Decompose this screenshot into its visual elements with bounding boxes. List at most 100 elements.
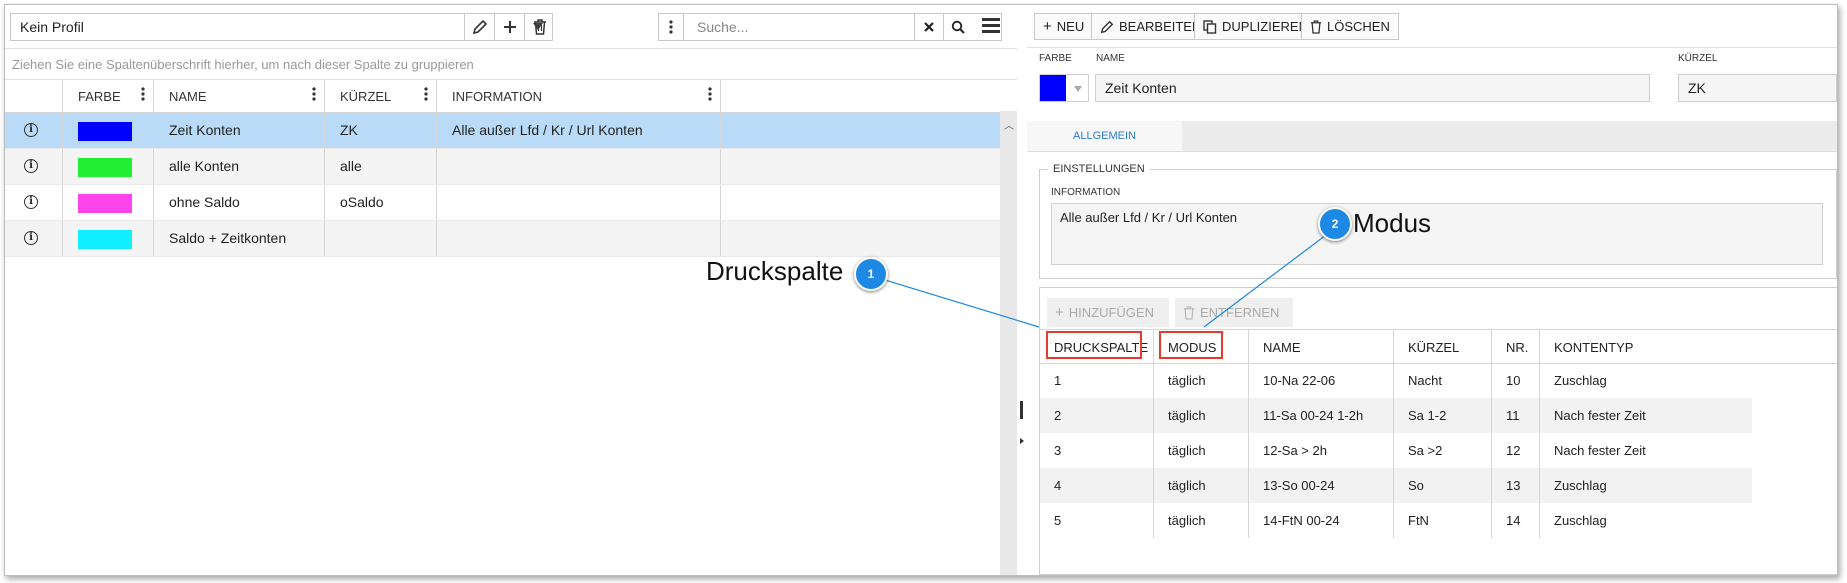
add-profile-button[interactable] — [494, 14, 525, 40]
table-cell — [325, 221, 437, 256]
table-row[interactable]: i Saldo + Zeitkonten — [5, 221, 1000, 257]
info-icon[interactable]: i — [24, 195, 38, 209]
profile-select[interactable]: Kein Profil — [10, 13, 553, 41]
row-name: alle Konten — [169, 158, 240, 174]
header-name[interactable]: NAME — [154, 79, 325, 112]
header-kontentyp[interactable]: KONTENTYP — [1540, 330, 1752, 363]
cell-value: 10-Na 22-06 — [1263, 373, 1336, 388]
table-cell: 10 — [1492, 363, 1540, 398]
splitter-handle-icon[interactable] — [1020, 401, 1023, 419]
clear-search-icon[interactable] — [914, 14, 943, 40]
search-box[interactable]: Suche... — [658, 13, 1002, 41]
delete-button[interactable]: LÖSCHEN — [1301, 13, 1399, 40]
tab-allgemein[interactable]: ALLGEMEIN — [1027, 121, 1182, 151]
header-name[interactable]: NAME — [1249, 330, 1394, 363]
table-cell: Nacht — [1394, 363, 1492, 398]
header-kuerzel[interactable]: KÜRZEL — [1394, 330, 1492, 363]
cell-value: täglich — [1168, 513, 1206, 528]
row-name: Zeit Konten — [169, 122, 241, 138]
cell-value: Sa >2 — [1408, 443, 1443, 458]
table-cell: täglich — [1154, 433, 1249, 468]
remove-row-button[interactable]: ENTFERNEN — [1175, 298, 1293, 327]
trash-icon — [1310, 19, 1322, 34]
table-cell: Saldo + Zeitkonten — [154, 221, 325, 256]
table-row[interactable]: 3 täglich 12-Sa > 2h Sa >2 12 Nach feste… — [1040, 433, 1752, 468]
search-icon[interactable] — [943, 14, 972, 40]
info-icon[interactable]: i — [24, 159, 38, 173]
cell-value: So — [1408, 478, 1424, 493]
add-row-button[interactable]: + HINZUFÜGEN — [1047, 298, 1169, 327]
cell-value: 12-Sa > 2h — [1263, 443, 1327, 458]
table-cell: Alle außer Lfd / Kr / Url Konten — [437, 113, 721, 148]
name-label: NAME — [1096, 53, 1125, 64]
edit-profile-button[interactable] — [464, 14, 495, 40]
new-button[interactable]: + NEU — [1034, 13, 1094, 40]
header-information[interactable]: INFORMATION — [437, 79, 721, 112]
table-row[interactable]: 1 täglich 10-Na 22-06 Nacht 10 Zuschlag — [1040, 363, 1752, 398]
delete-profile-button[interactable] — [524, 14, 555, 40]
header-nr[interactable]: NR. — [1492, 330, 1540, 363]
color-swatch — [78, 230, 132, 249]
table-cell: 2 — [1040, 398, 1154, 433]
cell-value: 4 — [1054, 478, 1062, 493]
cell-value: Nach fester Zeit — [1554, 408, 1646, 423]
highlight-modus — [1159, 331, 1223, 359]
profile-select-value: Kein Profil — [20, 19, 84, 35]
cell-value: 10 — [1506, 373, 1521, 388]
grid-scrollbar[interactable]: ︿ — [1000, 111, 1017, 575]
pencil-icon — [472, 19, 488, 35]
pane-splitter[interactable] — [1017, 5, 1027, 575]
table-row[interactable]: 4 täglich 13-So 00-24 So 13 Zuschlag — [1040, 468, 1752, 503]
table-cell: Zuschlag — [1540, 503, 1752, 538]
table-cell: oSaldo — [325, 185, 437, 220]
short-field[interactable]: ZK — [1678, 74, 1837, 102]
detail-tabs: ALLGEMEIN — [1027, 121, 1837, 152]
edit-button[interactable]: BEARBEITEN — [1091, 13, 1211, 40]
table-cell: ZK — [325, 113, 437, 148]
header-farbe[interactable]: FARBE — [63, 79, 154, 112]
column-menu-icon[interactable] — [141, 87, 145, 101]
detail-toolbar: + NEU BEARBEITEN DUPLIZIEREN LÖSCHEN — [1027, 5, 1837, 48]
information-textarea[interactable]: Alle außer Lfd / Kr / Url Konten — [1051, 203, 1823, 265]
duplicate-button[interactable]: DUPLIZIEREN — [1194, 13, 1317, 40]
highlight-druckspalte — [1046, 331, 1142, 359]
column-menu-icon[interactable] — [312, 87, 316, 101]
table-row[interactable]: 5 täglich 14-FtN 00-24 FtN 14 Zuschlag — [1040, 503, 1752, 538]
cell-value: 11-Sa 00-24 1-2h — [1263, 408, 1364, 423]
table-row[interactable]: i Zeit Konten ZK Alle außer Lfd / Kr / U… — [5, 113, 1000, 149]
column-menu-icon[interactable] — [424, 87, 428, 101]
name-field[interactable]: Zeit Konten — [1095, 74, 1650, 102]
table-cell — [437, 221, 721, 256]
color-picker[interactable] — [1039, 74, 1089, 102]
callout-badge-1: 1 — [854, 257, 888, 291]
table-row[interactable]: i alle Konten alle — [5, 149, 1000, 185]
table-row[interactable]: 2 täglich 11-Sa 00-24 1-2h Sa 1-2 11 Nac… — [1040, 398, 1752, 433]
column-menu-icon[interactable] — [708, 87, 712, 101]
cell-value: Nacht — [1408, 373, 1442, 388]
chevron-up-icon[interactable]: ︿ — [1004, 117, 1014, 132]
table-cell: 11-Sa 00-24 1-2h — [1249, 398, 1394, 433]
cell-value: täglich — [1168, 478, 1206, 493]
color-swatch — [1040, 75, 1066, 101]
search-options-icon[interactable] — [659, 14, 684, 40]
chevron-down-icon[interactable] — [1074, 86, 1082, 92]
info-icon[interactable]: i — [24, 123, 38, 137]
profile-grid: FARBE NAME KÜRZEL INFORMATION i Zeit Kon… — [5, 79, 1000, 257]
info-icon[interactable]: i — [24, 231, 38, 245]
information-label: INFORMATION — [1051, 187, 1121, 198]
chevron-right-icon[interactable] — [1020, 438, 1024, 444]
table-cell: Zuschlag — [1540, 468, 1752, 503]
search-input[interactable]: Suche... — [697, 19, 748, 35]
header-kuerzel[interactable]: KÜRZEL — [325, 79, 437, 112]
color-swatch — [78, 158, 132, 177]
table-cell — [437, 149, 721, 184]
plus-icon — [504, 21, 516, 33]
table-cell: 4 — [1040, 468, 1154, 503]
cell-value: 14 — [1506, 513, 1521, 528]
menu-icon[interactable] — [982, 18, 1000, 34]
group-by-drop-area[interactable]: Ziehen Sie eine Spaltenüberschrift hierh… — [5, 49, 1017, 80]
table-cell — [63, 149, 154, 184]
table-cell: i — [5, 113, 63, 148]
table-cell: alle Konten — [154, 149, 325, 184]
table-row[interactable]: i ohne Saldo oSaldo — [5, 185, 1000, 221]
